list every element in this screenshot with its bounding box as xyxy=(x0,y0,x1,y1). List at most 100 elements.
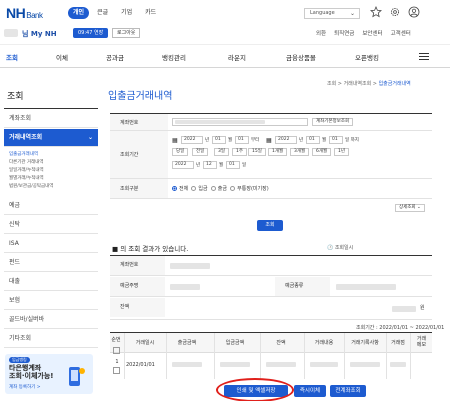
balance-unit: 원 xyxy=(420,305,425,311)
quick-1year[interactable]: 1년 xyxy=(334,148,350,156)
quick-yesterday[interactable]: 전일 xyxy=(192,148,209,156)
radio-label: 무통장(미기장) xyxy=(237,186,269,192)
type-row: 조회구분 전체 입금 출금 무통장(미기장) xyxy=(110,179,432,199)
link-security-center[interactable]: 보안센터 xyxy=(362,29,382,37)
nav-lounge[interactable]: 라운지 xyxy=(228,52,246,62)
nav-banking-management[interactable]: 뱅킹관리 xyxy=(162,52,186,62)
search-button[interactable]: 조회 xyxy=(257,220,283,231)
menu-icon[interactable] xyxy=(419,53,429,60)
sidebar-item-other[interactable]: 기타조회 xyxy=(4,330,98,348)
type-label: 조회구분 xyxy=(110,179,168,198)
col-divider xyxy=(124,333,125,379)
radio-icon xyxy=(230,186,236,191)
quick-1month[interactable]: 1개월 xyxy=(268,148,288,156)
quick-3months[interactable]: 3개월 xyxy=(290,148,310,156)
logout-button[interactable]: 로그아웃 xyxy=(112,28,141,38)
sidebar-title: 조회 xyxy=(7,92,24,102)
select-all-checkbox[interactable] xyxy=(113,347,120,354)
radio-passbookless[interactable]: 무통장(미기장) xyxy=(230,186,269,192)
radio-withdrawal[interactable]: 출금 xyxy=(210,186,227,192)
period-label: 조회기간 xyxy=(110,131,168,178)
sidebar-item-deposit[interactable]: 예금 xyxy=(4,197,98,215)
my-nh-link[interactable]: 님 My NH xyxy=(22,29,57,39)
sidebar-sub-deposit-withdrawal[interactable]: 입출금거래내역 xyxy=(9,151,38,157)
phone-illustration-icon xyxy=(69,367,85,386)
quick-3days[interactable]: 3일 xyxy=(214,148,230,156)
all-accounts-button[interactable]: 전계좌조회 xyxy=(330,385,366,397)
tab-card[interactable]: 카드 xyxy=(140,7,161,19)
nav-transfer[interactable]: 이체 xyxy=(56,52,68,62)
sidebar-item-insurance[interactable]: 보험 xyxy=(4,292,98,310)
sidebar-item-isa[interactable]: ISA xyxy=(4,235,98,253)
user-circle-icon[interactable] xyxy=(408,6,420,18)
col-memo-record: 거래기록사항 xyxy=(351,340,379,346)
tab-personal[interactable]: 개인 xyxy=(68,7,90,19)
radio-all[interactable]: 전체 xyxy=(172,186,188,192)
tab-large-font[interactable]: 큰글 xyxy=(92,7,113,19)
nav-product-mall[interactable]: 금융상품몰 xyxy=(286,52,316,62)
nh-bank-logo[interactable]: NHBank xyxy=(6,5,43,21)
to-day[interactable]: 01 xyxy=(329,136,343,144)
sidebar-item-gold-silver[interactable]: 골드바/실버바 xyxy=(4,311,98,329)
promo-link[interactable]: 계좌 등록하기 > xyxy=(9,384,40,390)
sidebar-item-fund[interactable]: 펀드 xyxy=(4,254,98,272)
sidebar-sub-other-institution[interactable]: 다른기관 거래내역 xyxy=(9,159,44,165)
result-summary-table: 계좌번호 예금주명 예금종류 잔액 원 xyxy=(110,255,432,320)
col-deposit: 입금금액 xyxy=(225,340,245,346)
row-checkbox[interactable] xyxy=(113,367,120,374)
quick-today[interactable]: 당일 xyxy=(172,148,189,156)
sidebar-item-account-inquiry[interactable]: 계좌조회 xyxy=(4,110,98,128)
user-bar: 님 My NH 09:47 연장 로그아웃 외환 퇴직연금 보안센터 고객센터 xyxy=(0,24,450,41)
session-extend-button[interactable]: 09:47 연장 xyxy=(73,28,109,38)
detail-search-toggle[interactable]: 상세조회 ⌄ xyxy=(395,204,425,212)
link-customer-center[interactable]: 고객센터 xyxy=(391,29,411,37)
language-select[interactable]: Language ⌄ xyxy=(304,8,360,19)
to-year[interactable]: 2022 xyxy=(275,136,297,144)
from-month[interactable]: 01 xyxy=(212,136,226,144)
link-foreign-exchange[interactable]: 외환 xyxy=(316,29,326,37)
link-pension[interactable]: 퇴직연금 xyxy=(334,29,354,37)
from-year[interactable]: 2022 xyxy=(181,136,203,144)
nav-utility-bills[interactable]: 공과금 xyxy=(106,52,124,62)
account-select[interactable] xyxy=(172,118,308,126)
sidebar-sub-court-deposit[interactable]: 법원/보관금/공탁금내역 xyxy=(9,183,53,189)
star-icon[interactable] xyxy=(370,6,382,18)
masked-value xyxy=(392,306,416,312)
tab-corporate[interactable]: 기업 xyxy=(116,7,137,19)
nav-open-banking[interactable]: 오픈뱅킹 xyxy=(355,52,379,62)
radio-icon xyxy=(210,186,216,191)
quick-15days[interactable]: 15일 xyxy=(248,148,266,156)
period-from: ▦ 2022 년 01 월 01 부터 ▦ 2022 년 01 월 01 일 까… xyxy=(172,136,432,146)
quick-6months[interactable]: 6개월 xyxy=(312,148,332,156)
nav-inquiry[interactable]: 조회 xyxy=(6,52,18,62)
calendar-icon[interactable]: ▦ xyxy=(172,137,178,144)
time-day[interactable]: 01 xyxy=(226,161,240,169)
col-balance: 잔액 xyxy=(276,340,286,346)
promo-banner[interactable]: 입금뱅킹 타은행계좌 조회·이체가능! 계좌 등록하기 > xyxy=(5,354,93,394)
sidebar-item-trust[interactable]: 신탁 xyxy=(4,216,98,234)
summary-label: 예금종류 xyxy=(275,277,330,296)
from-day[interactable]: 01 xyxy=(235,136,249,144)
breadcrumb-item[interactable]: 조회 xyxy=(327,81,336,87)
sidebar-sub-daily[interactable]: 일일거래/누적내역 xyxy=(9,167,44,173)
account-info-button[interactable]: 계좌기본정보조회 xyxy=(312,118,354,126)
quick-1week[interactable]: 1주 xyxy=(232,148,248,156)
search-form: 계좌번호 계좌기본정보조회 조회기간 ▦ 2022 년 01 월 01 부터 ▦… xyxy=(110,113,432,199)
radio-deposit[interactable]: 입금 xyxy=(191,186,208,192)
time-month[interactable]: 12 xyxy=(203,161,217,169)
sidebar-item-loan[interactable]: 대출 xyxy=(4,273,98,291)
sidebar-item-transaction-inquiry[interactable]: 거래내역조회 ⌄ xyxy=(4,129,98,147)
year-unit: 년 xyxy=(196,163,201,168)
sidebar-sub-monthly[interactable]: 월별거래/누적내역 xyxy=(9,175,44,181)
radio-label: 출금 xyxy=(217,186,227,192)
segment-tabs: 개인 큰글 기업 카드 xyxy=(68,7,161,19)
gear-icon[interactable] xyxy=(389,6,401,18)
year-unit: 년 xyxy=(205,138,210,143)
masked-value xyxy=(390,362,406,367)
breadcrumb-item[interactable]: 거래내역조회 xyxy=(344,81,372,87)
time-year[interactable]: 2022 xyxy=(172,161,194,169)
to-month[interactable]: 01 xyxy=(306,136,320,144)
instant-transfer-button[interactable]: 즉시이체 xyxy=(294,385,326,397)
utility-links: 외환 퇴직연금 보안센터 고객센터 xyxy=(316,29,411,37)
calendar-icon[interactable]: ▦ xyxy=(266,137,272,144)
